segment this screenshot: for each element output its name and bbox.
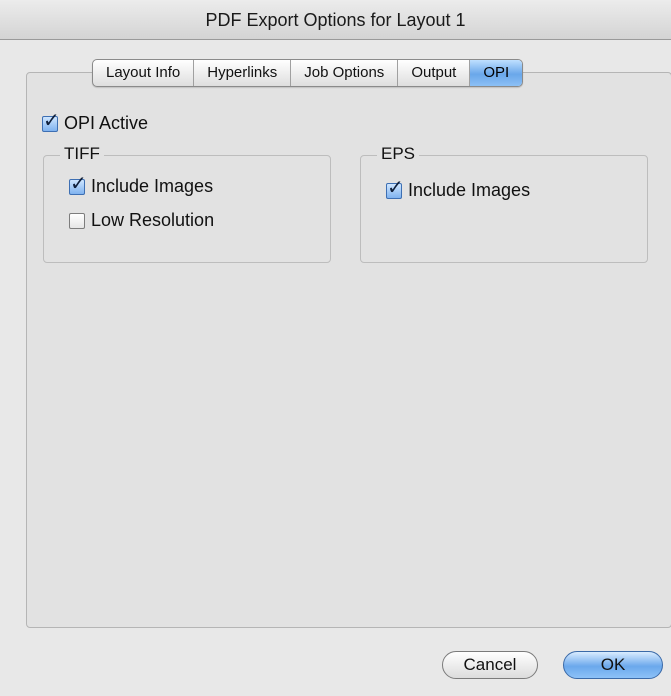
checkbox-box[interactable]: ✓ (69, 174, 87, 195)
tab-hyperlinks[interactable]: Hyperlinks (194, 60, 292, 86)
tab-job-options[interactable]: Job Options (291, 60, 399, 86)
tiff-group: TIFF ✓ Include Images Low Resolution (43, 144, 331, 263)
checkbox-box[interactable] (69, 212, 85, 229)
checkmark-icon: ✓ (70, 172, 87, 195)
ok-button[interactable]: OK (563, 651, 663, 679)
opi-active-label: OPI Active (64, 113, 149, 133)
tab-bar: Layout Info Hyperlinks Job Options Outpu… (92, 59, 524, 87)
tiff-group-title: TIFF (60, 144, 104, 164)
window-title: PDF Export Options for Layout 1 (0, 0, 671, 40)
checkbox-box[interactable]: ✓ (386, 178, 404, 199)
tiff-low-resolution-label: Low Resolution (91, 210, 215, 230)
eps-include-images-label: Include Images (408, 180, 531, 200)
checkbox-box[interactable]: ✓ (42, 111, 60, 132)
checkmark-icon: ✓ (43, 109, 60, 132)
opi-active-checkbox[interactable]: ✓ OPI Active (42, 111, 149, 134)
tab-layout-info[interactable]: Layout Info (93, 60, 195, 86)
tiff-low-resolution-checkbox[interactable]: Low Resolution (69, 210, 214, 231)
tab-content-pane: ✓ OPI Active TIFF ✓ Include Images Low R… (26, 72, 671, 628)
cancel-button[interactable]: Cancel (442, 651, 538, 679)
tab-opi[interactable]: OPI (470, 60, 523, 86)
tab-output[interactable]: Output (398, 60, 471, 86)
eps-include-images-checkbox[interactable]: ✓ Include Images (386, 178, 531, 201)
checkmark-icon: ✓ (387, 176, 404, 199)
tiff-include-images-checkbox[interactable]: ✓ Include Images (69, 174, 214, 197)
eps-group: EPS ✓ Include Images (360, 144, 648, 263)
tiff-include-images-label: Include Images (91, 176, 214, 196)
eps-group-title: EPS (377, 144, 420, 164)
